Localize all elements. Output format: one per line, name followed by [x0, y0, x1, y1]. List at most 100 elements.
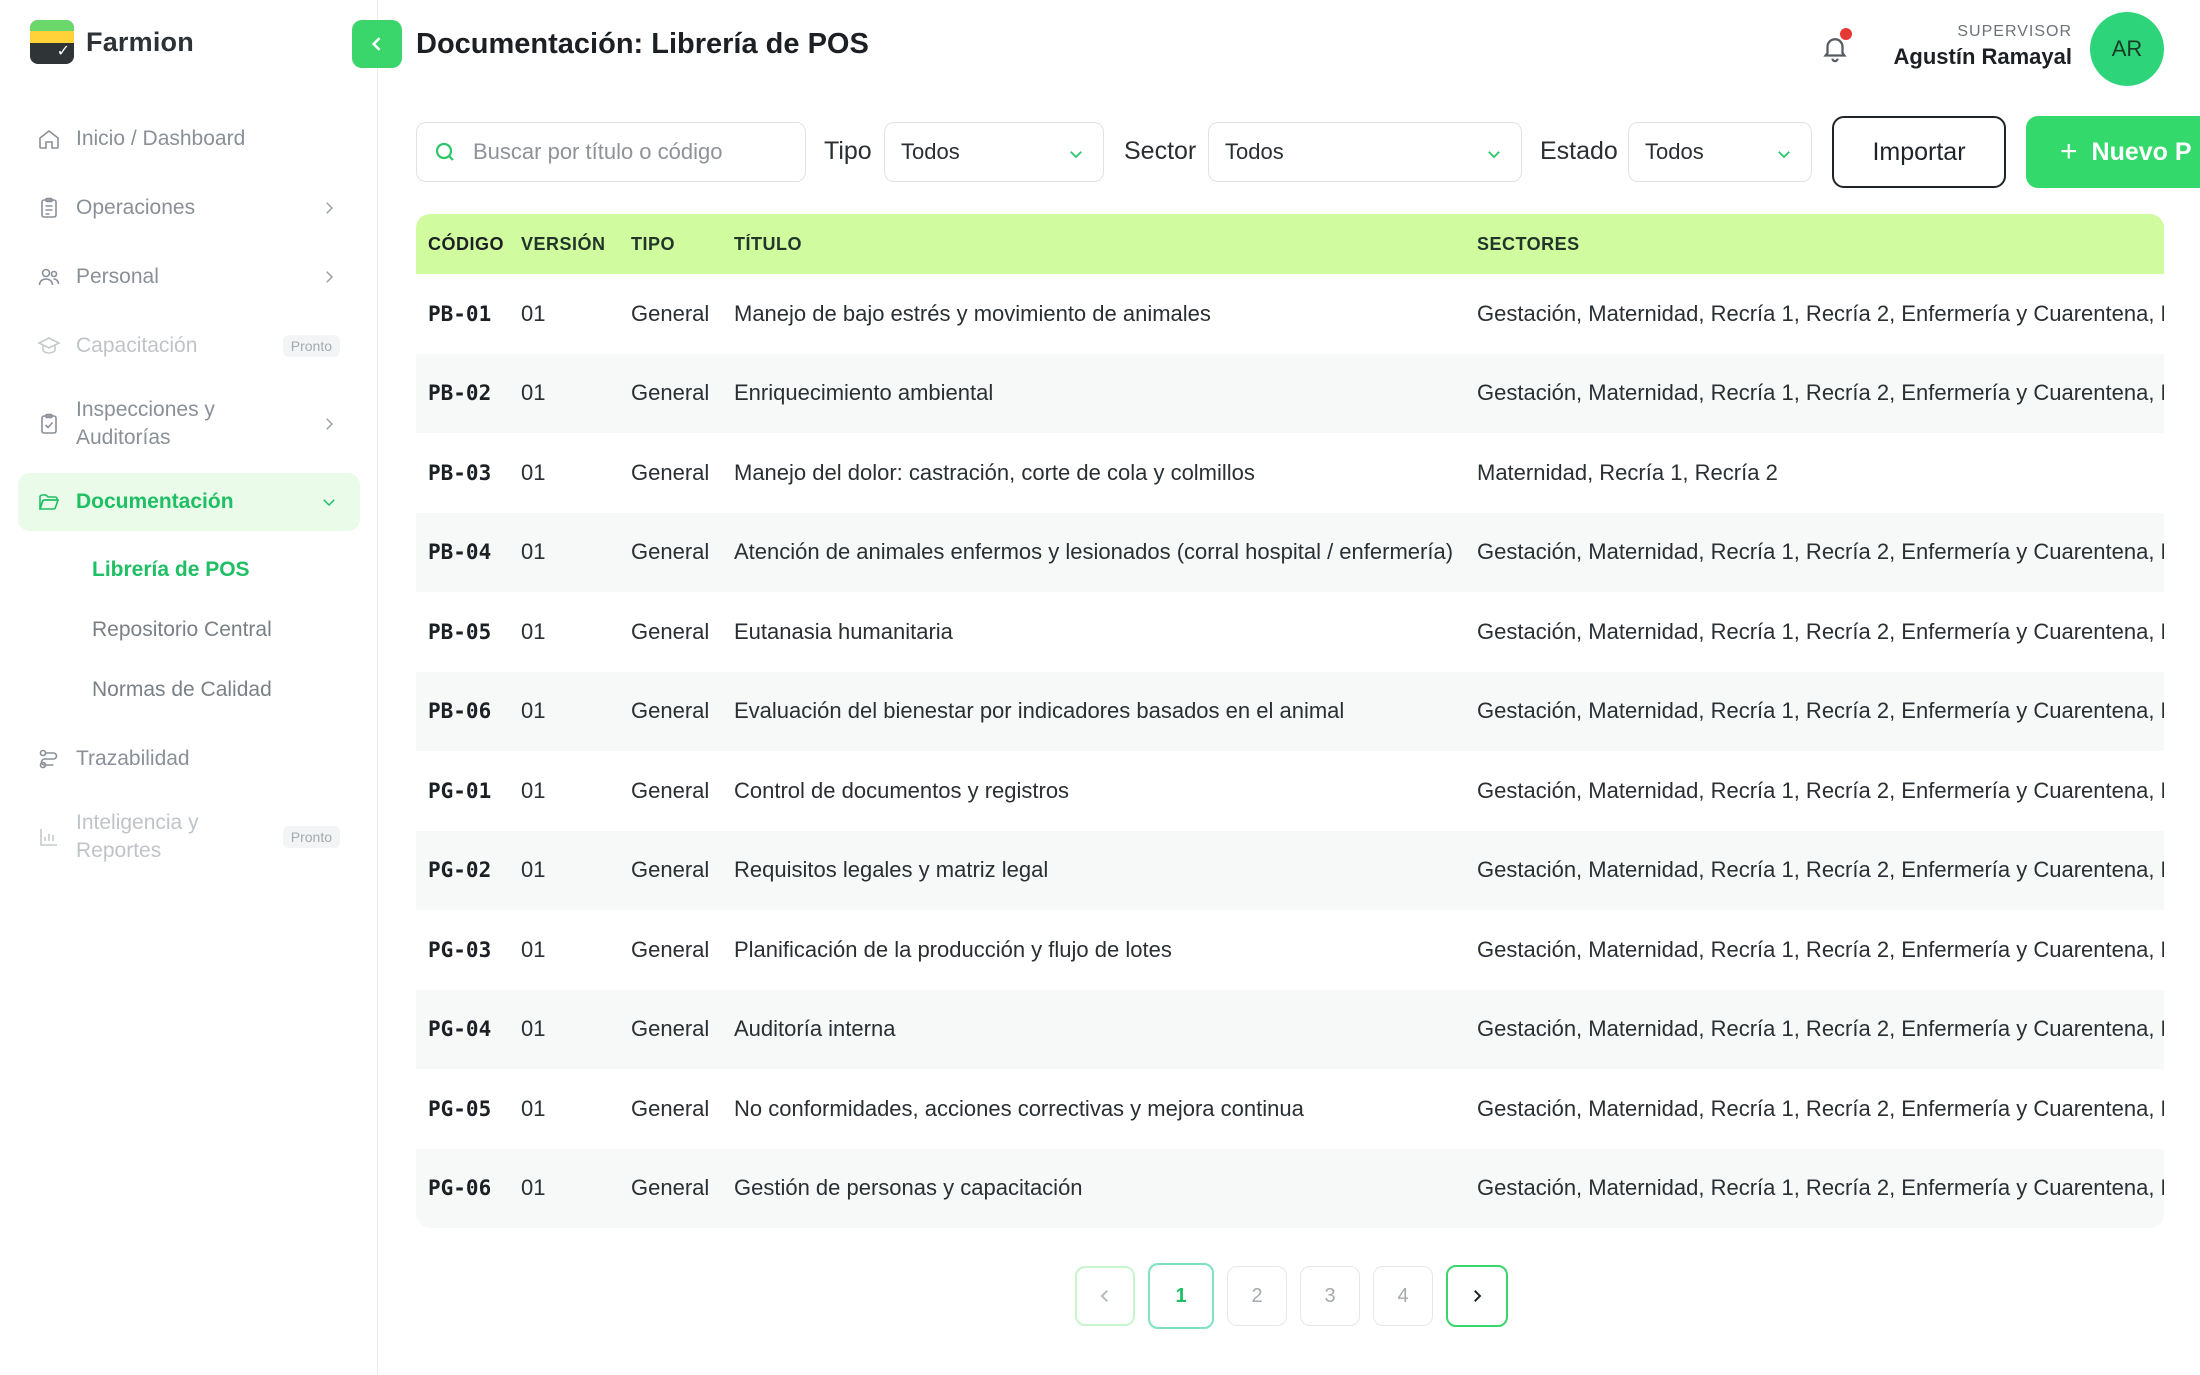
cell-type: General: [631, 1095, 710, 1121]
cell-sectors: Gestación, Maternidad, Recría 1, Recría …: [1477, 618, 2164, 644]
cell-code: PB-04: [428, 540, 492, 565]
cell-type: General: [631, 300, 710, 326]
collapse-sidebar-button[interactable]: [352, 20, 402, 68]
col-header-version[interactable]: VERSIÓN: [521, 234, 631, 255]
cell-version: 01: [521, 1175, 546, 1201]
bar-chart-icon: [36, 824, 62, 850]
cell-type: General: [631, 618, 710, 644]
cell-version: 01: [521, 380, 546, 406]
cell-type: General: [631, 380, 710, 406]
cell-code: PB-05: [428, 619, 492, 644]
cell-title: Requisitos legales y matriz legal: [734, 857, 1049, 883]
search-box[interactable]: [416, 122, 806, 182]
folder-open-icon: [36, 489, 62, 515]
page-button-1[interactable]: 1: [1148, 1263, 1214, 1329]
sidebar-subitem-normas-calidad[interactable]: Normas de Calidad: [18, 660, 360, 720]
table-row[interactable]: PG-02 01 General Requisitos legales y matri…: [416, 830, 2164, 910]
estado-filter-select[interactable]: Todos: [1628, 122, 1812, 182]
sidebar-item-personal[interactable]: Personal: [18, 248, 360, 306]
sidebar-item-label: Inicio / Dashboard: [76, 126, 246, 150]
chevron-right-icon: [320, 199, 338, 217]
cell-version: 01: [521, 459, 546, 485]
cell-version: 01: [521, 698, 546, 724]
avatar[interactable]: AR: [2090, 12, 2164, 86]
cell-code: PG-01: [428, 778, 492, 803]
sidebar-item-capacitacion[interactable]: Capacitación Pronto: [18, 317, 360, 375]
cell-version: 01: [521, 777, 546, 803]
chevron-right-icon: [320, 415, 338, 433]
sidebar-item-documentacion[interactable]: Documentación: [18, 473, 360, 531]
prev-page-button[interactable]: [1075, 1266, 1135, 1326]
home-icon: [36, 126, 62, 152]
page-title: Documentación: Librería de POS: [416, 28, 869, 60]
table-row[interactable]: PB-06 01 General Evaluación del bienestar p…: [416, 671, 2164, 751]
table-row[interactable]: PG-05 01 General No conformidades, acciones…: [416, 1069, 2164, 1149]
table-row[interactable]: PG-03 01 General Planificación de la produc…: [416, 910, 2164, 990]
cell-type: General: [631, 936, 710, 962]
sidebar-item-label: Documentación: [76, 489, 234, 513]
page-button-2[interactable]: 2: [1227, 1266, 1287, 1326]
table-row[interactable]: PG-06 01 General Gestión de personas y capa…: [416, 1148, 2164, 1228]
col-header-code[interactable]: CÓDIGO: [416, 234, 521, 255]
sidebar-subitem-repositorio-central[interactable]: Repositorio Central: [18, 600, 360, 660]
coming-soon-badge: Pronto: [282, 335, 340, 357]
sector-filter-select[interactable]: Todos: [1208, 122, 1522, 182]
cell-title: Control de documentos y registros: [734, 777, 1070, 803]
cell-type: General: [631, 1175, 710, 1201]
cell-code: PB-03: [428, 460, 492, 485]
pagination: 1 2 3 4: [1075, 1263, 1521, 1329]
chevron-down-icon: [1067, 143, 1085, 161]
cell-title: Planificación de la producción y flujo d…: [734, 936, 1172, 962]
page-button-3[interactable]: 3: [1300, 1266, 1360, 1326]
col-header-type[interactable]: TIPO: [631, 234, 734, 255]
col-header-sectors[interactable]: SECTORES: [1477, 234, 2164, 255]
cell-code: PB-02: [428, 381, 492, 406]
cell-code: PG-03: [428, 937, 492, 962]
table-row[interactable]: PB-03 01 General Manejo del dolor: castraci…: [416, 433, 2164, 513]
cell-title: Evaluación del bienestar por indicadores…: [734, 698, 1345, 724]
cell-sectors: Gestación, Maternidad, Recría 1, Recría …: [1477, 1095, 2164, 1121]
sidebar-item-inteligencia[interactable]: Inteligencia y Reportes Pronto: [18, 799, 360, 875]
col-header-title[interactable]: TÍTULO: [734, 234, 1477, 255]
chevron-left-icon: [371, 37, 381, 51]
sidebar-subitem-libreria-pos[interactable]: Librería de POS: [18, 540, 360, 600]
brand[interactable]: ✓ Farmion: [30, 20, 194, 64]
table-row[interactable]: PB-05 01 General Eutanasia humanitaria Gesta…: [416, 592, 2164, 672]
cell-version: 01: [521, 539, 546, 565]
table-row[interactable]: PG-01 01 General Control de documentos y re…: [416, 751, 2164, 831]
table-row[interactable]: PB-02 01 General Enriquecimiento ambiental G…: [416, 353, 2164, 433]
farmion-logo-icon: ✓: [30, 20, 74, 64]
clipboard-icon: [36, 195, 62, 221]
new-pos-button[interactable]: + Nuevo P: [2026, 116, 2200, 188]
cell-code: PB-01: [428, 301, 492, 326]
cell-code: PG-06: [428, 1176, 492, 1201]
page-button-4[interactable]: 4: [1373, 1266, 1433, 1326]
cell-title: Atención de animales enfermos y lesionad…: [734, 539, 1454, 565]
plus-icon: +: [2060, 135, 2078, 168]
tipo-filter-select[interactable]: Todos: [884, 122, 1104, 182]
cell-title: Manejo del dolor: castración, corte de c…: [734, 459, 1255, 485]
sidebar-item-inicio[interactable]: Inicio / Dashboard: [18, 110, 360, 168]
cell-sectors: Gestación, Maternidad, Recría 1, Recría …: [1477, 936, 2164, 962]
import-button[interactable]: Importar: [1832, 116, 2006, 188]
sidebar-item-inspecciones[interactable]: Inspecciones y Auditorías: [18, 386, 360, 462]
chevron-down-icon: [1485, 143, 1503, 161]
sidebar-item-trazabilidad[interactable]: Trazabilidad: [18, 730, 360, 788]
cell-code: PG-05: [428, 1096, 492, 1121]
cell-title: No conformidades, acciones correctivas y…: [734, 1095, 1304, 1121]
cell-type: General: [631, 1016, 710, 1042]
next-page-button[interactable]: [1446, 1265, 1508, 1327]
cell-code: PB-06: [428, 699, 492, 724]
search-input[interactable]: [473, 139, 793, 165]
table-row[interactable]: PB-01 01 General Manejo de bajo estrés y mo…: [416, 274, 2164, 354]
sidebar-item-operaciones[interactable]: Operaciones: [18, 179, 360, 237]
table-row[interactable]: PB-04 01 General Atención de animales enfer…: [416, 512, 2164, 592]
chevron-right-icon: [320, 268, 338, 286]
user-name: Agustín Ramayal: [1893, 44, 2073, 69]
cell-type: General: [631, 698, 710, 724]
table-body: PB-01 01 General Manejo de bajo estrés y mo…: [416, 274, 2164, 1228]
cell-sectors: Gestación, Maternidad, Recría 1, Recría …: [1477, 857, 2164, 883]
cell-code: PG-02: [428, 858, 492, 883]
notifications-button[interactable]: [1820, 28, 1852, 66]
table-row[interactable]: PG-04 01 General Auditoría interna Gestación…: [416, 989, 2164, 1069]
